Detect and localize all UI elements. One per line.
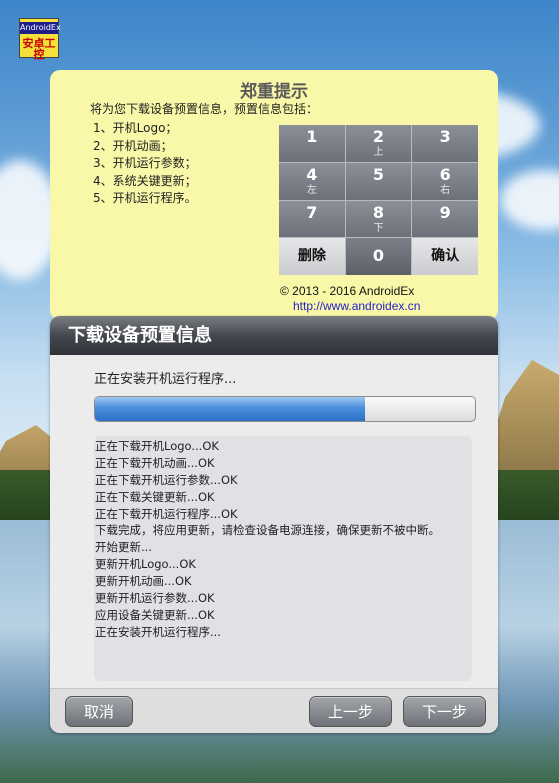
log-line: 开始更新... <box>95 540 152 555</box>
log-line: 更新开机运行参数...OK <box>95 591 215 606</box>
log-line: 应用设备关键更新...OK <box>95 607 215 622</box>
status-text: 正在安装开机运行程序... <box>94 372 237 387</box>
notice-item: 4、系统关键更新； <box>93 173 197 188</box>
key-3[interactable]: 3 <box>412 125 478 162</box>
key-4-left[interactable]: 4左 <box>279 162 345 200</box>
notice-item: 5、开机运行程序。 <box>93 191 197 205</box>
notice-list: 1、开机Logo； 2、开机动画； 3、开机运行参数； 4、系统关键更新； 5、… <box>93 120 197 208</box>
key-8-down[interactable]: 8下 <box>345 200 412 238</box>
next-button[interactable]: 下一步 <box>403 696 486 727</box>
progress-bar <box>94 396 476 422</box>
log-line: 更新开机动画...OK <box>95 574 192 589</box>
dialog-footer: 取消 上一步 下一步 <box>50 688 498 733</box>
log-line: 正在下载开机运行参数...OK <box>95 472 238 487</box>
key-0[interactable]: 0 <box>345 238 412 275</box>
key-sublabel: 上 <box>373 147 384 158</box>
key-5[interactable]: 5 <box>345 162 412 200</box>
website-link[interactable]: http://www.androidex.cn <box>293 299 420 313</box>
key-sublabel: 右 <box>440 184 451 196</box>
key-1[interactable]: 1 <box>279 125 345 162</box>
log-line: 下载完成，将应用更新，请检查设备电源连接，确保更新不被中断。 <box>95 523 440 538</box>
log-line: 更新开机Logo...OK <box>95 557 196 572</box>
key-label: 5 <box>372 164 385 184</box>
logo-text-en: AndroidEx <box>20 22 61 34</box>
key-label: 6 <box>439 164 451 184</box>
key-label: 7 <box>306 202 318 222</box>
log-line: 正在下载关键更新...OK <box>95 489 215 504</box>
key-label: 确认 <box>431 248 460 265</box>
key-sublabel: 左 <box>306 184 317 196</box>
delete-key[interactable]: 删除 <box>279 238 345 275</box>
notice-item: 3、开机运行参数； <box>93 156 197 170</box>
progress-fill <box>95 397 365 421</box>
copyright-text: © 2013 - 2016 AndroidEx <box>280 284 415 298</box>
key-label: 4 <box>306 164 318 184</box>
key-9[interactable]: 9 <box>412 200 478 238</box>
notice-item: 2、开机动画； <box>93 138 173 153</box>
key-sublabel: 下 <box>373 222 384 234</box>
key-label: 2 <box>372 127 385 146</box>
log-line: 正在下载开机运行程序...OK <box>95 506 238 521</box>
logo-text-cn: 安卓工控 <box>22 37 56 61</box>
previous-button[interactable]: 上一步 <box>309 696 392 727</box>
notice-item: 1、开机Logo； <box>93 121 178 135</box>
app-logo: AndroidEx 安卓工控 <box>19 18 61 61</box>
numeric-keypad: 1 2上 3 4左 5 6右 7 8下 9 删除 0 确认 <box>279 125 478 275</box>
cancel-button[interactable]: 取消 <box>65 696 133 727</box>
key-6-right[interactable]: 6右 <box>412 162 478 200</box>
log-panel: 正在下载开机Logo...OK 正在下载开机动画...OK 正在下载开机运行参数… <box>94 436 472 681</box>
notice-intro: 将为您下载设备预置信息，预置信息包括： <box>90 102 319 116</box>
notice-title: 郑重提示 <box>240 82 308 102</box>
key-7[interactable]: 7 <box>279 200 345 238</box>
key-label: 1 <box>306 127 318 146</box>
confirm-key[interactable]: 确认 <box>412 238 478 275</box>
key-label: 0 <box>372 246 385 266</box>
log-line: 正在安装开机运行程序... <box>95 624 221 639</box>
key-label: 9 <box>439 202 451 222</box>
key-label: 3 <box>439 127 451 146</box>
log-line: 正在下载开机动画...OK <box>95 455 215 470</box>
key-2-up[interactable]: 2上 <box>345 125 412 162</box>
dialog-title: 下载设备预置信息 <box>50 316 498 355</box>
key-label: 删除 <box>297 248 326 265</box>
download-dialog: 下载设备预置信息 正在安装开机运行程序... 正在下载开机Logo...OK 正… <box>50 316 498 733</box>
log-line: 正在下载开机Logo...OK <box>95 439 219 453</box>
key-label: 8 <box>372 202 385 222</box>
